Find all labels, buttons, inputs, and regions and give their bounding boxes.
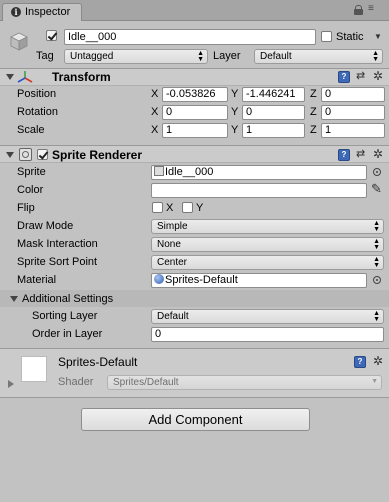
preset-icon[interactable]: ⇄ xyxy=(356,148,365,160)
help-icon[interactable]: ? xyxy=(354,356,366,368)
updown-arrows-icon: ▲ ▼ xyxy=(373,256,380,269)
tab-title: Inspector xyxy=(25,6,71,18)
sorting-layer-label: Sorting Layer xyxy=(32,310,98,322)
order-in-layer-field[interactable]: 0 xyxy=(151,327,384,342)
rotation-z-field[interactable]: 0 xyxy=(321,105,385,120)
transform-icon xyxy=(17,70,33,84)
menu-icon[interactable]: ≡ xyxy=(368,3,374,15)
position-y-field[interactable]: -1.446241 xyxy=(242,87,305,102)
layer-label: Layer xyxy=(213,50,241,62)
help-icon[interactable]: ? xyxy=(338,71,350,83)
gear-icon[interactable]: ✲ xyxy=(373,355,383,367)
rotation-y-field[interactable]: 0 xyxy=(242,105,305,120)
sprite-label: Sprite xyxy=(17,166,46,178)
info-icon: i xyxy=(11,7,21,17)
foldout-arrow-icon[interactable] xyxy=(8,380,14,388)
draw-mode-dropdown[interactable]: Simple ▲ ▼ xyxy=(151,219,384,234)
axis-y-label[interactable]: Y xyxy=(231,87,238,101)
object-icon xyxy=(9,31,29,51)
layer-dropdown[interactable]: Default ▲ ▼ xyxy=(254,49,383,64)
axis-z-label[interactable]: Z xyxy=(310,105,317,119)
scale-label: Scale xyxy=(17,124,45,136)
axis-x-label[interactable]: X xyxy=(151,123,158,137)
sprite-sort-point-dropdown[interactable]: Center ▲ ▼ xyxy=(151,255,384,270)
material-field[interactable]: Sprites-Default xyxy=(151,273,367,288)
draw-mode-label: Draw Mode xyxy=(17,220,74,232)
flip-x-checkbox[interactable] xyxy=(152,202,163,213)
static-checkbox[interactable] xyxy=(321,31,332,42)
foldout-arrow-icon[interactable] xyxy=(10,296,18,302)
updown-arrows-icon: ▲ ▼ xyxy=(197,50,204,63)
flip-x-label: X xyxy=(166,202,174,214)
axis-z-label[interactable]: Z xyxy=(310,87,317,101)
axis-z-label[interactable]: Z xyxy=(310,123,317,137)
updown-arrows-icon: ▲ ▼ xyxy=(372,50,379,63)
axis-y-label[interactable]: Y xyxy=(231,105,238,119)
foldout-arrow-icon[interactable] xyxy=(6,152,14,158)
flip-y-label: Y xyxy=(196,202,204,214)
static-dropdown-icon[interactable]: ▼ xyxy=(374,30,382,44)
sprite-renderer-icon xyxy=(19,148,32,161)
material-sphere-icon xyxy=(154,274,164,284)
tag-dropdown[interactable]: Untagged ▲ ▼ xyxy=(64,49,208,64)
object-picker-icon[interactable] xyxy=(373,168,381,176)
active-checkbox[interactable] xyxy=(46,30,57,41)
help-icon[interactable]: ? xyxy=(338,149,350,161)
flip-y-checkbox[interactable] xyxy=(182,202,193,213)
add-component-button[interactable]: Add Component xyxy=(81,408,310,431)
rotation-label: Rotation xyxy=(17,106,58,118)
sprite-renderer-enabled-checkbox[interactable] xyxy=(37,149,48,160)
axis-x-label[interactable]: X xyxy=(151,87,158,101)
position-label: Position xyxy=(17,88,57,100)
position-z-field[interactable]: 0 xyxy=(321,87,385,102)
mask-interaction-label: Mask Interaction xyxy=(17,238,98,250)
preset-icon[interactable]: ⇄ xyxy=(356,70,365,82)
eyedropper-icon[interactable]: ✎ xyxy=(371,182,382,196)
sprite-field[interactable]: Idle__000 xyxy=(151,165,367,180)
gear-icon[interactable]: ✲ xyxy=(373,70,383,82)
sprite-sort-point-label: Sprite Sort Point xyxy=(17,256,98,268)
transform-title: Transform xyxy=(52,70,111,84)
scale-z-field[interactable]: 1 xyxy=(321,123,385,138)
updown-arrows-icon: ▲ ▼ xyxy=(373,310,380,323)
axis-y-label[interactable]: Y xyxy=(231,123,238,137)
gear-icon[interactable]: ✲ xyxy=(373,148,383,160)
sprite-renderer-title: Sprite Renderer xyxy=(52,148,143,162)
mask-interaction-dropdown[interactable]: None ▲ ▼ xyxy=(151,237,384,252)
material-name: Sprites-Default xyxy=(58,355,138,369)
lock-icon[interactable] xyxy=(354,5,363,15)
shader-dropdown[interactable]: Sprites/Default ▼ xyxy=(107,375,382,390)
order-in-layer-label: Order in Layer xyxy=(32,328,103,340)
sorting-layer-dropdown[interactable]: Default ▲ ▼ xyxy=(151,309,384,324)
sprite-asset-icon xyxy=(154,166,164,176)
position-x-field[interactable]: -0.053826 xyxy=(162,87,228,102)
shader-label: Shader xyxy=(58,376,94,388)
object-picker-icon[interactable] xyxy=(373,276,381,284)
tag-label: Tag xyxy=(36,50,54,62)
material-preview xyxy=(21,356,47,382)
chevron-down-icon: ▼ xyxy=(371,378,378,385)
scale-y-field[interactable]: 1 xyxy=(242,123,305,138)
object-name-field[interactable]: Idle__000 xyxy=(64,29,316,45)
rotation-x-field[interactable]: 0 xyxy=(162,105,228,120)
tab-inspector[interactable]: i Inspector xyxy=(2,3,82,21)
updown-arrows-icon: ▲ ▼ xyxy=(373,220,380,233)
static-label: Static xyxy=(336,31,364,43)
scale-x-field[interactable]: 1 xyxy=(162,123,228,138)
axis-x-label[interactable]: X xyxy=(151,105,158,119)
updown-arrows-icon: ▲ ▼ xyxy=(373,238,380,251)
flip-label: Flip xyxy=(17,202,35,214)
additional-settings-label: Additional Settings xyxy=(22,293,114,305)
material-label: Material xyxy=(17,274,57,286)
foldout-arrow-icon[interactable] xyxy=(6,74,14,80)
color-label: Color xyxy=(17,184,44,196)
color-field[interactable] xyxy=(151,183,367,198)
